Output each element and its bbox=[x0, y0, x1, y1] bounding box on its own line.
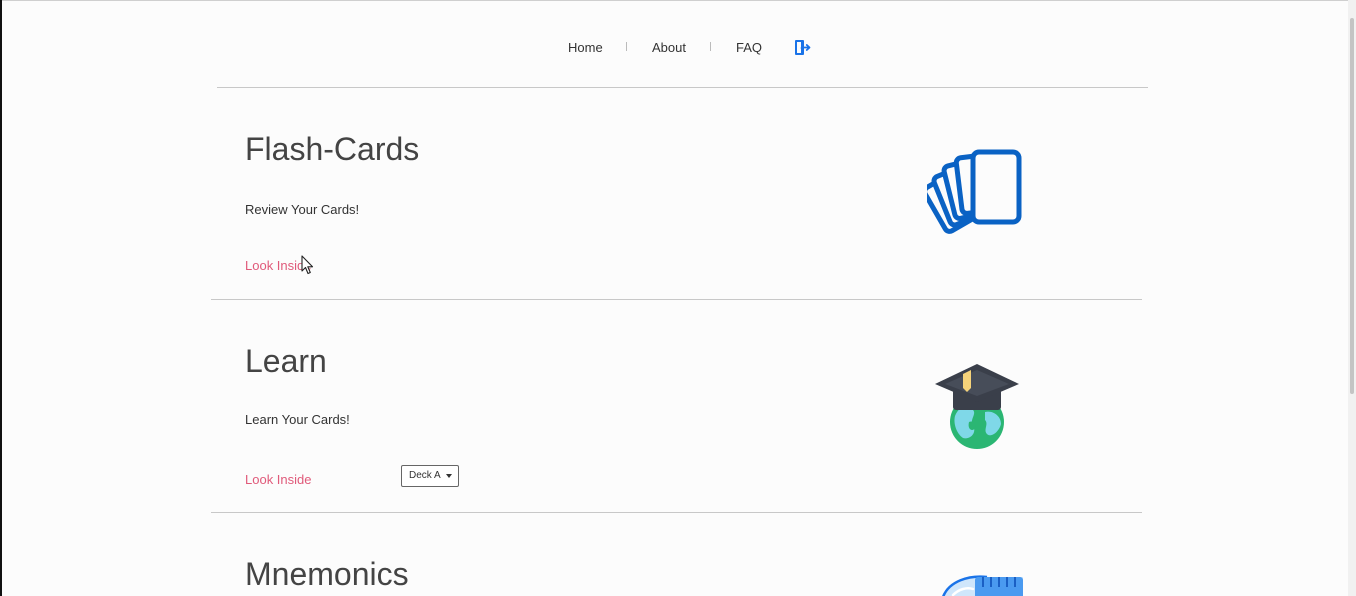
window-top-border bbox=[0, 0, 1356, 1]
nav-separator bbox=[710, 42, 711, 51]
mnemonics-icon bbox=[942, 575, 1023, 596]
scrollbar-thumb[interactable] bbox=[1350, 18, 1354, 394]
section-description: Learn Your Cards! bbox=[245, 412, 350, 427]
vertical-scrollbar[interactable] bbox=[1348, 0, 1356, 596]
section-title: Learn bbox=[245, 343, 327, 379]
nav-about-link[interactable]: About bbox=[652, 40, 686, 55]
flash-cards-icon bbox=[927, 149, 1022, 234]
graduation-globe-icon bbox=[935, 364, 1019, 449]
deck-select-value: Deck A bbox=[409, 470, 441, 481]
flash-cards-section: Flash-Cards Review Your Cards! Look Insi… bbox=[211, 88, 1142, 300]
learn-section: Learn Learn Your Cards! Look Inside Deck… bbox=[211, 300, 1142, 513]
section-title: Mnemonics bbox=[245, 556, 409, 592]
logout-door-icon[interactable] bbox=[794, 39, 811, 56]
section-description: Review Your Cards! bbox=[245, 202, 360, 217]
nav-home-link[interactable]: Home bbox=[568, 40, 603, 55]
window-left-border bbox=[0, 0, 2, 596]
mnemonics-section: Mnemonics bbox=[211, 513, 1142, 596]
deck-select-dropdown[interactable]: Deck A bbox=[401, 465, 459, 487]
nav-separator bbox=[626, 42, 627, 51]
nav-faq-link[interactable]: FAQ bbox=[736, 40, 762, 55]
mouse-cursor-icon bbox=[301, 255, 314, 275]
look-inside-link[interactable]: Look Inside bbox=[245, 472, 312, 487]
section-title: Flash-Cards bbox=[245, 131, 420, 167]
caret-down-icon bbox=[446, 474, 452, 478]
top-navigation: Home About FAQ bbox=[0, 36, 1356, 62]
